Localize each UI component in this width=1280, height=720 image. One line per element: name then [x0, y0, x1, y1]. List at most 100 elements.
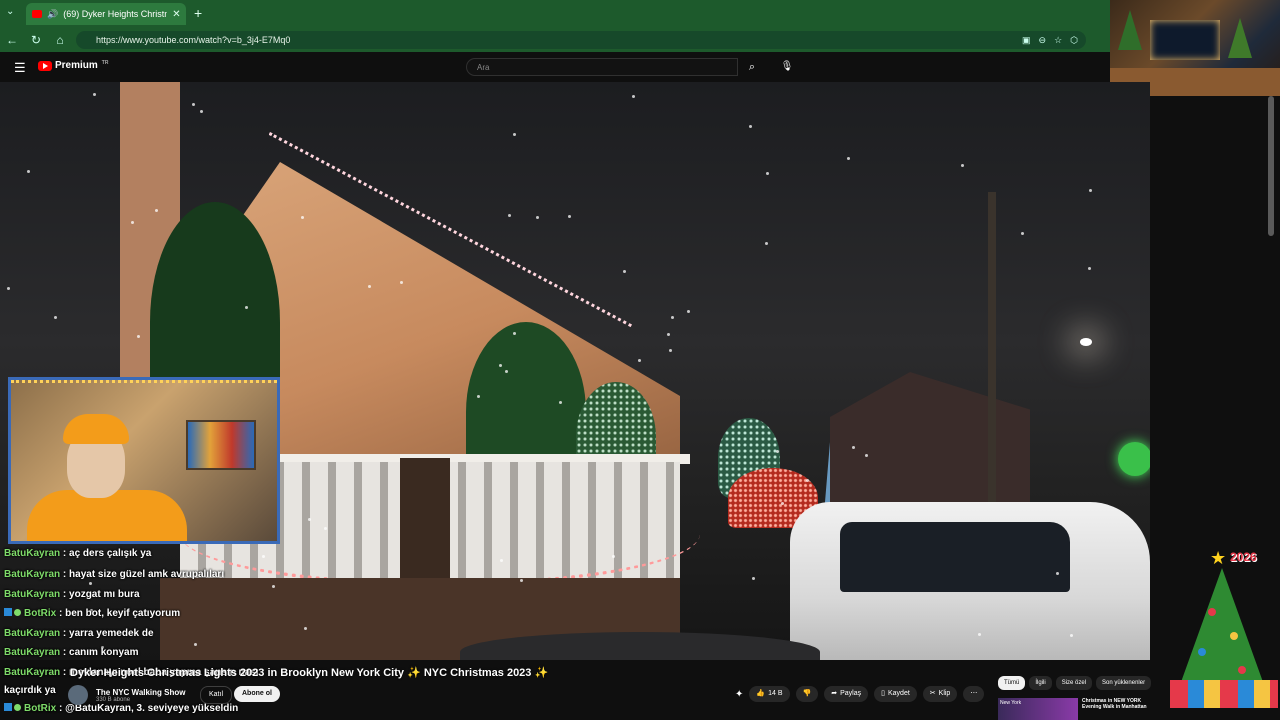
extension-icon[interactable]: ⬡ — [1070, 35, 1078, 46]
address-bar[interactable]: https://www.youtube.com/watch?v=b_3j4-E7… — [76, 31, 1086, 49]
dislike-button[interactable]: 👎 — [795, 686, 819, 702]
star-icon: ★ — [1210, 548, 1227, 568]
tree-body — [1176, 568, 1268, 696]
ornament — [1238, 666, 1246, 674]
new-tab-button[interactable]: + — [194, 5, 202, 21]
streamer — [27, 400, 187, 541]
recommended-video[interactable]: New York Christmas in NEW YORK Evening W… — [998, 698, 1150, 720]
filter-chip-recent[interactable]: Son yüklenenler — [1096, 676, 1152, 690]
home-icon[interactable]: ⌂ — [48, 33, 72, 47]
more-actions-button[interactable]: ⋯ — [963, 686, 985, 702]
snowflake — [513, 332, 516, 335]
recommendation-filters: Tümü İlgili Size özel Son yüklenenler — [998, 676, 1152, 690]
chat-message: BatuKayran : aç ders çalışık ya — [4, 548, 151, 559]
snowflake — [54, 316, 57, 319]
snowflake — [632, 95, 635, 98]
join-button[interactable]: Katıl — [200, 686, 233, 704]
reload-icon[interactable]: ↻ — [24, 33, 48, 47]
snowflake — [505, 370, 508, 373]
search-icon[interactable]: ⌕ — [738, 58, 766, 76]
ornament — [1198, 648, 1206, 656]
recommended-subtitle: Evening Walk in Manhattan — [1082, 704, 1147, 710]
share-icon: ➦ — [831, 690, 838, 697]
orange-cap — [63, 414, 129, 444]
chat-message: BatuKayran : yozgat mı bura — [4, 589, 140, 600]
video-title-text: Dyker Heights Christmas Lights 2023 in B… — [70, 667, 404, 679]
snowflake — [400, 281, 403, 284]
snowflake — [806, 479, 809, 482]
clip-button[interactable]: ✂ Klip — [922, 686, 958, 702]
snowflake — [752, 577, 755, 580]
filter-chip-all[interactable]: Tümü — [998, 676, 1026, 690]
snowflake — [137, 335, 140, 338]
snowflake — [765, 242, 768, 245]
like-count: 14 B — [768, 690, 783, 697]
search-input[interactable]: Ara — [466, 58, 738, 76]
chat-username: BatuKayran — [4, 647, 61, 658]
tab-title: (69) Dyker Heights Christmas — [63, 9, 167, 19]
bot-badge-icon — [4, 703, 12, 711]
snowflake — [623, 270, 626, 273]
filter-chip-related[interactable]: İlgili — [1029, 676, 1052, 690]
snowflake — [200, 110, 203, 113]
save-label: Kaydet — [887, 690, 910, 697]
thumbs-up-icon: 👍 — [756, 690, 766, 697]
snowflake — [749, 125, 752, 128]
tab-list-chevron-icon[interactable]: ⌄ — [6, 6, 14, 17]
ornament — [1230, 632, 1238, 640]
speaker-icon[interactable]: 🔊 — [47, 9, 58, 20]
youtube-logo[interactable]: Premium TR — [38, 60, 108, 71]
snowflake — [766, 172, 769, 175]
back-icon[interactable]: ← — [0, 33, 24, 47]
tab-close-icon[interactable]: ✕ — [172, 9, 180, 20]
zoom-icon[interactable]: ⊖ — [1039, 35, 1047, 46]
favorite-icon[interactable]: ☆ — [1054, 35, 1062, 46]
gift-boxes — [1170, 680, 1278, 708]
chat-username: BatuKayran — [4, 589, 61, 600]
snowflake — [852, 446, 855, 449]
christmas-tree-image — [1118, 10, 1142, 50]
page-scrollbar[interactable] — [1268, 96, 1274, 236]
snowflake — [192, 103, 195, 106]
like-button[interactable]: 👍 14 B — [749, 686, 790, 702]
address-bar-actions: ▣ ⊖ ☆ ⬡ — [1022, 31, 1086, 49]
channel-name[interactable]: The NYC Walking Show — [96, 688, 185, 697]
recommended-thumbnail[interactable]: New York — [998, 698, 1078, 720]
tab-youtube[interactable]: 🔊 (69) Dyker Heights Christmas ✕ — [26, 3, 186, 25]
webcam-string-lights — [11, 380, 277, 389]
chat-username: BatuKayran — [4, 667, 61, 678]
ornament — [1208, 608, 1216, 616]
verified-icon — [14, 704, 21, 711]
chat-username: BatuKayran — [4, 569, 61, 580]
scissors-icon: ✂ — [929, 690, 936, 697]
split-view-icon[interactable]: ▣ — [1022, 35, 1031, 46]
subscribe-button[interactable]: Abone ol — [234, 686, 280, 702]
christmas-tree-overlay: ★ 2026 — [1168, 548, 1280, 720]
snowflake — [776, 450, 779, 453]
snowflake — [324, 527, 327, 530]
snowflake — [1021, 232, 1024, 235]
chat-text: kaçırdık ya — [4, 685, 56, 696]
filter-chip-for-you[interactable]: Size özel — [1055, 676, 1093, 690]
snowflake — [1088, 267, 1091, 270]
chat-text: : yarra yemedek de — [62, 628, 154, 639]
clip-label: Klip — [938, 690, 951, 697]
thumbs-down-icon: 👎 — [802, 690, 812, 697]
save-button[interactable]: ▯ Kaydet — [874, 686, 917, 702]
chat-message: BotRix : ben bot, keyif çatıyorum — [4, 608, 180, 619]
snowflake — [368, 285, 371, 288]
snowflake — [245, 306, 248, 309]
utility-pole — [988, 192, 996, 512]
bot-badge-icon — [4, 608, 12, 616]
hamburger-menu-icon[interactable]: ☰ — [14, 60, 26, 76]
browser-chrome: ⌄ 🔊 (69) Dyker Heights Christmas ✕ + ← ↻… — [0, 0, 1110, 52]
microphone-icon[interactable]: 🎙 — [778, 58, 796, 76]
snowflake — [568, 215, 571, 218]
snowflake — [536, 216, 539, 219]
chat-message: BatuKayran : yarra yemedek de — [4, 628, 154, 639]
snowflake — [781, 502, 784, 505]
channel-avatar[interactable] — [68, 685, 88, 705]
ai-sparkle-icon[interactable]: ✦ — [735, 689, 743, 700]
share-button[interactable]: ➦ Paylaş — [824, 686, 869, 702]
green-wreath — [1118, 442, 1150, 476]
